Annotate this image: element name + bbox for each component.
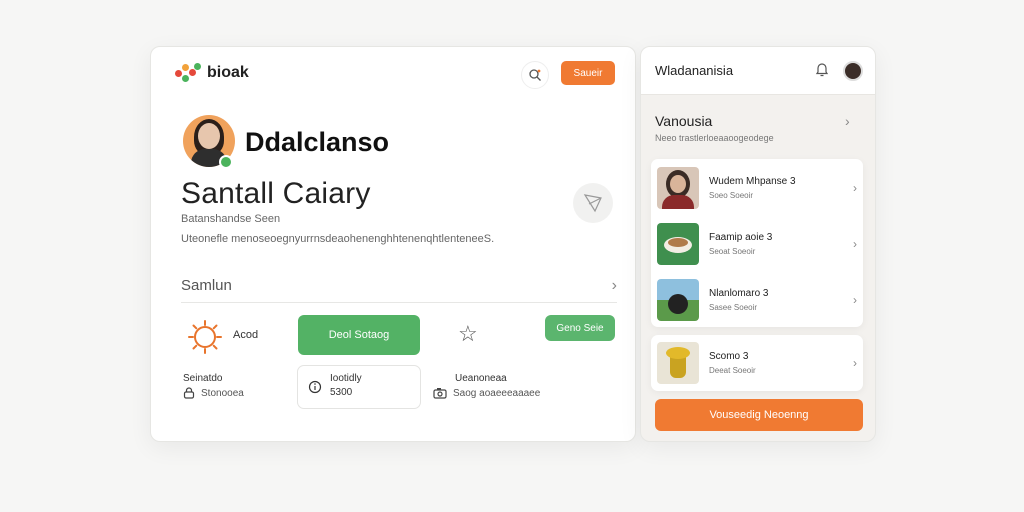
lock-icon — [183, 387, 195, 399]
item-title: Faamip aoie 3 — [709, 232, 773, 243]
info-icon — [308, 380, 322, 394]
chevron-right-icon: › — [611, 276, 617, 294]
primary-green-button[interactable]: Deol Sotaog — [298, 315, 420, 355]
item-thumbnail — [657, 279, 699, 321]
chevron-right-icon: › — [853, 181, 857, 195]
stat-box-value: 5300 — [330, 387, 353, 398]
secondary-green-button[interactable]: Geno Seie — [545, 315, 615, 341]
section-title: Vanousia — [655, 113, 713, 129]
side-panel: Wladananisia Vanousia Neeo trastlerloeaa… — [640, 46, 876, 442]
item-thumbnail — [657, 167, 699, 209]
item-subtitle: Seoat Soeoir — [709, 247, 756, 256]
stat-right-value: Saog aoaeeeaaaee — [453, 387, 541, 399]
share-button[interactable] — [573, 183, 613, 223]
stat-left-title: Seinatdo — [183, 373, 223, 384]
item-list: Wudem Mhpanse 3 Soeo Soeoir › Faamip aoi… — [651, 159, 863, 327]
item-subtitle: Soeo Soeoir — [709, 191, 754, 200]
item-subtitle: Deeat Soeoir — [709, 366, 756, 375]
description: Uteonefle menoseoegnyurrnsdeaohenenghhte… — [181, 233, 495, 245]
item-thumbnail — [657, 223, 699, 265]
chevron-right-icon: › — [853, 237, 857, 251]
acod-label: Acod — [233, 329, 259, 341]
stat-right-title: Ueanoneaa — [455, 373, 507, 384]
subtitle: Batanshandse Seen — [181, 213, 281, 225]
list-item[interactable]: Nlanlomaro 3 Sasee Soeoir › — [657, 275, 857, 325]
cta-button[interactable]: Vouseedig Neoenng — [655, 399, 863, 431]
chevron-right-icon[interactable]: › — [845, 113, 850, 129]
chevron-right-icon: › — [853, 293, 857, 307]
search-icon — [529, 69, 541, 81]
section-row[interactable]: Samlun › — [181, 269, 617, 303]
online-status-icon — [219, 155, 233, 169]
stat-box-title: Iootidly — [330, 373, 362, 384]
profile-name: Ddalclanso — [245, 127, 390, 157]
share-icon — [583, 194, 602, 213]
profile-card: bioak Saueir Ddalclanso Santall Caiary B… — [150, 46, 636, 442]
stat-right: Ueanoneaa Saog aoaeeeaaaee — [433, 373, 540, 399]
header-action-button[interactable]: Saueir — [561, 61, 615, 85]
app-logo[interactable]: bioak — [175, 63, 249, 83]
chevron-right-icon: › — [853, 356, 857, 370]
side-header: Wladananisia — [641, 47, 875, 95]
section-row-label: Samlun — [181, 277, 232, 294]
page-title: Santall Caiary — [181, 177, 371, 210]
item-title: Wudem Mhpanse 3 — [709, 176, 796, 187]
item-title: Nlanlomaro 3 — [709, 288, 769, 299]
side-title: Wladananisia — [655, 63, 734, 78]
item-title: Scomo 3 — [709, 351, 749, 362]
stat-box[interactable]: Iootidly 5300 — [297, 365, 421, 409]
list-item[interactable]: Scomo 3 Deeat Soeoir › — [657, 338, 857, 388]
logo-text: bioak — [207, 64, 249, 81]
stat-left: Seinatdo Stonooea — [183, 373, 244, 399]
item-list-secondary: Scomo 3 Deeat Soeoir › — [651, 335, 863, 391]
item-thumbnail — [657, 342, 699, 384]
star-icon[interactable]: ☆ — [458, 321, 478, 347]
item-subtitle: Sasee Soeoir — [709, 303, 758, 312]
sun-icon — [187, 319, 223, 360]
logo-icon — [175, 63, 201, 83]
user-avatar[interactable] — [843, 60, 863, 81]
stat-left-value: Stonooea — [201, 387, 244, 399]
search-button[interactable] — [521, 61, 549, 89]
list-item[interactable]: Wudem Mhpanse 3 Soeo Soeoir › — [657, 163, 857, 213]
bell-icon[interactable] — [815, 61, 829, 80]
camera-icon — [433, 388, 447, 399]
section-subtitle: Neeo trastlerloeaaoogeodege — [655, 133, 774, 143]
list-item[interactable]: Faamip aoie 3 Seoat Soeoir › — [657, 219, 857, 269]
